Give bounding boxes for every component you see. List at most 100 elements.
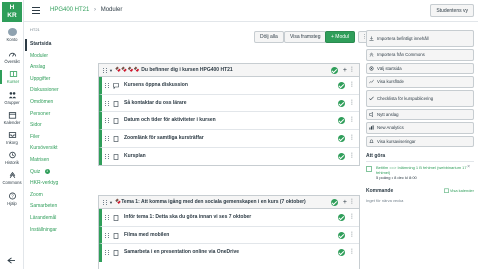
- published-check-icon[interactable]: [338, 135, 345, 143]
- course-nav-installningar[interactable]: Inställningar: [30, 225, 90, 237]
- import-commons-button[interactable]: Importera från Commons: [366, 49, 474, 61]
- new-announcement-button[interactable]: Nytt anslag: [366, 108, 474, 120]
- course-nav-uppgifter[interactable]: Uppgifter: [30, 74, 90, 86]
- published-check-icon[interactable]: [338, 82, 345, 89]
- course-nav-larandemal[interactable]: Lärandemål: [30, 213, 90, 225]
- course-nav-startsida[interactable]: Startsida: [25, 39, 90, 51]
- dismiss-icon[interactable]: ×: [467, 165, 470, 170]
- new-analytics-button[interactable]: New Analytics: [366, 122, 474, 134]
- course-nav-samarbeten[interactable]: Samarbeten: [30, 201, 90, 213]
- published-check-icon[interactable]: [338, 214, 345, 221]
- todo-item-title[interactable]: Betitlm ==> Inlämning 1 B fehlmel (webbi…: [376, 165, 474, 175]
- drag-handle-icon[interactable]: [105, 215, 109, 220]
- module-item[interactable]: Datum och tider för aktiviteter i kursen…: [99, 112, 359, 131]
- published-check-icon[interactable]: [338, 152, 345, 160]
- calendar-icon: [8, 112, 16, 119]
- gnav-help[interactable]: ? Hjälp: [0, 192, 24, 206]
- hkr-logo[interactable]: H KR: [2, 2, 22, 22]
- collapse-caret-icon[interactable]: ▼: [109, 196, 113, 208]
- page-icon: [113, 118, 119, 125]
- gnav-commons[interactable]: Commons: [0, 171, 24, 185]
- item-menu-icon[interactable]: ⋮: [349, 130, 355, 147]
- course-nav-anslag[interactable]: Anslag: [30, 62, 90, 74]
- courses-icon: [9, 71, 17, 77]
- breadcrumb: HPG400 HT21 › Moduler: [50, 7, 122, 13]
- drag-handle-icon[interactable]: [105, 100, 109, 106]
- import-content-button[interactable]: Importera befintligt innehåll: [366, 30, 474, 47]
- view-calendar-link[interactable]: Visa kalender: [443, 188, 474, 194]
- item-menu-icon[interactable]: ⋮: [349, 209, 355, 226]
- student-view-button[interactable]: Studentens vy: [430, 4, 474, 17]
- drag-handle-icon[interactable]: [105, 118, 109, 124]
- course-nav-personer[interactable]: Personer: [30, 109, 90, 121]
- course-nav-matrisen[interactable]: Matrisen: [30, 155, 90, 167]
- gnav-calendar[interactable]: Kalender: [0, 111, 24, 125]
- gnav-groups[interactable]: Grupper: [0, 91, 24, 105]
- drag-handle-icon[interactable]: [105, 83, 109, 88]
- item-menu-icon[interactable]: ⋮: [349, 227, 355, 244]
- module-item[interactable]: Kursplan ⋮: [99, 147, 359, 166]
- course-nav-moduler[interactable]: Moduler: [30, 51, 90, 63]
- collapse-caret-icon[interactable]: ▼: [109, 64, 113, 76]
- add-module-button[interactable]: + Modul: [325, 31, 355, 43]
- course-nav-omdomen[interactable]: Omdömen: [30, 97, 90, 109]
- collapse-all-button[interactable]: Dölj alla: [254, 31, 284, 43]
- gnav-inbox[interactable]: Inkorg: [0, 131, 24, 145]
- item-menu-icon[interactable]: ⋮: [349, 148, 355, 165]
- module-item[interactable]: Filma med mobilen ⋮: [99, 226, 359, 245]
- course-nav-zoom[interactable]: Zoom: [30, 190, 90, 202]
- drag-handle-icon[interactable]: [105, 232, 109, 238]
- choose-home-page-button[interactable]: Välj startsida: [366, 62, 474, 74]
- gnav-history[interactable]: Historik: [0, 151, 24, 165]
- item-menu-icon[interactable]: ⋮: [349, 95, 355, 112]
- assignment-icon: [366, 166, 372, 172]
- published-check-icon[interactable]: [338, 99, 345, 107]
- publish-checklist-button[interactable]: Checklista för kurspublicering: [366, 89, 474, 107]
- drag-handle-icon[interactable]: [103, 68, 107, 73]
- course-stream-button[interactable]: Visa kursflöde: [366, 76, 474, 88]
- module-menu-icon[interactable]: ⋮: [349, 196, 355, 208]
- module-item[interactable]: Zoomlänk för samtliga kursträffar ⋮: [99, 130, 359, 148]
- drag-handle-icon[interactable]: [105, 153, 109, 159]
- discussion-icon: [113, 83, 119, 89]
- page-icon: [113, 232, 119, 239]
- drag-handle-icon[interactable]: [105, 250, 109, 256]
- gnav-dashboard[interactable]: Översikt: [0, 50, 24, 64]
- add-item-icon[interactable]: +: [343, 64, 347, 76]
- course-nav-hkr-verktyg[interactable]: HKR-verktyg: [30, 178, 90, 190]
- item-menu-icon[interactable]: ⋮: [349, 77, 355, 94]
- module-item[interactable]: Inför tema 1: Detta ska du göra innan vi…: [99, 209, 359, 227]
- collapse-nav-icon[interactable]: [7, 257, 16, 264]
- course-nav-filer[interactable]: Filer: [30, 132, 90, 144]
- gnav-account[interactable]: Konto: [0, 28, 24, 42]
- view-progress-button[interactable]: Visa framsteg: [284, 31, 327, 43]
- published-check-icon[interactable]: [331, 199, 338, 206]
- course-nav-sidor[interactable]: Sidor: [30, 120, 90, 132]
- module-item[interactable]: Så kontaktar du oss lärare ⋮: [99, 94, 359, 113]
- module-header[interactable]: ▼ 🍫🍫🍫🍫 Du befinner dig i kursen HPG400 H…: [99, 64, 359, 77]
- module-item[interactable]: Kursens öppna diskussion ⋮: [99, 77, 359, 95]
- module-header[interactable]: ▼ 🍫Tema 1: Att komma igång med den socia…: [99, 196, 359, 209]
- published-check-icon[interactable]: [331, 67, 338, 74]
- todo-item[interactable]: Betitlm ==> Inlämning 1 B fehlmel (webbi…: [366, 165, 474, 180]
- course-nav-kursoversikt[interactable]: Kursöversikt: [30, 143, 90, 155]
- course-notifications-button[interactable]: Visa kursaviseringar: [366, 135, 474, 147]
- item-menu-icon[interactable]: ⋮: [349, 112, 355, 129]
- published-check-icon[interactable]: [338, 231, 345, 239]
- drag-handle-icon[interactable]: [103, 200, 107, 205]
- item-menu-icon[interactable]: ⋮: [349, 244, 355, 261]
- module-item[interactable]: Samarbeta i en presentation online via O…: [99, 244, 359, 263]
- breadcrumb-course[interactable]: HPG400 HT21: [50, 7, 89, 13]
- published-check-icon[interactable]: [338, 117, 345, 125]
- dashboard-icon: [8, 52, 16, 57]
- published-check-icon[interactable]: [338, 249, 345, 257]
- module-menu-icon[interactable]: ⋮: [349, 64, 355, 76]
- commons-icon: [369, 52, 374, 57]
- gnav-courses[interactable]: Kurser: [0, 70, 24, 84]
- page-icon: [113, 153, 119, 160]
- hamburger-menu-icon[interactable]: [32, 7, 40, 14]
- course-nav-quiz[interactable]: Quiz 1: [30, 167, 90, 179]
- add-item-icon[interactable]: +: [343, 196, 347, 208]
- course-nav-diskussioner[interactable]: Diskussioner: [30, 85, 90, 97]
- drag-handle-icon[interactable]: [105, 136, 109, 142]
